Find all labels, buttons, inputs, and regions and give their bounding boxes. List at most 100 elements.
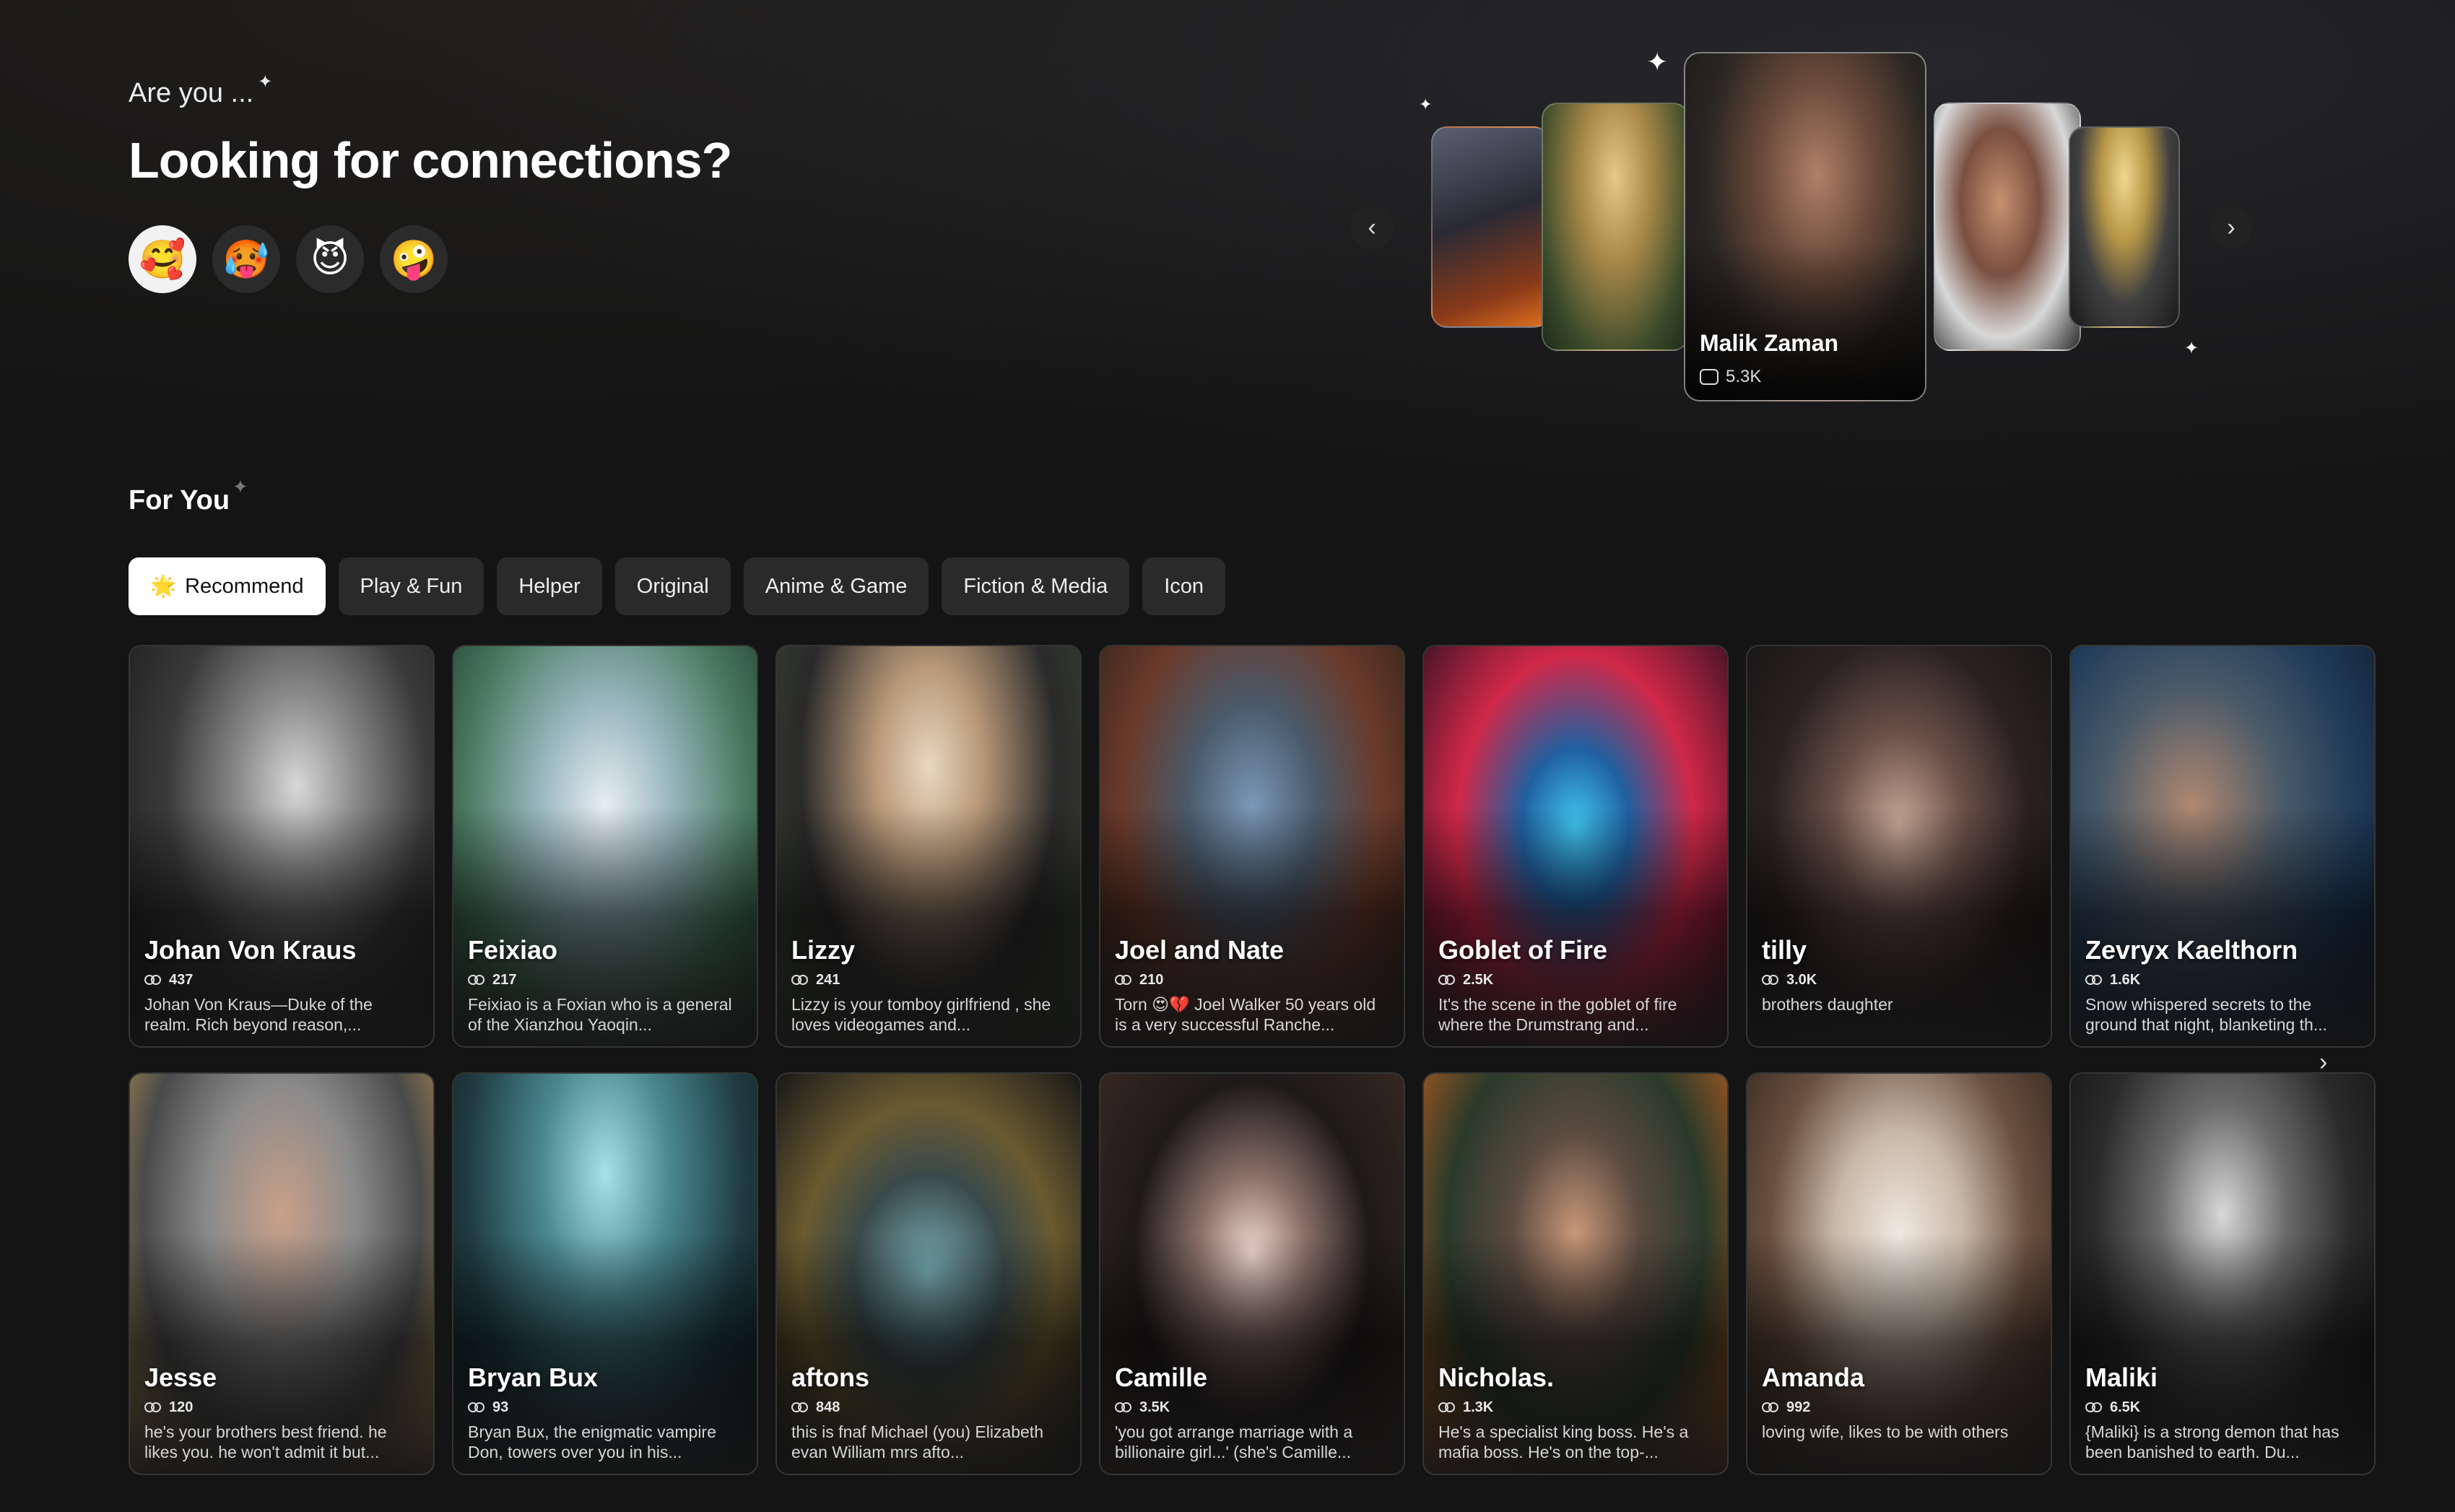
mood-emoji-button-devil[interactable]: 😈 [296, 225, 364, 293]
grid-next-button[interactable]: › [2319, 1048, 2327, 1077]
hero-subtitle-text: Are you ... [129, 78, 254, 108]
chat-count-text: 992 [1786, 1399, 1811, 1415]
character-description: Johan Von Kraus—Duke of the realm. Rich … [144, 995, 373, 1034]
character-card[interactable]: tilly 3.0K brothers daughter [1746, 645, 2052, 1048]
tab-original[interactable]: Original [614, 557, 731, 615]
chat-count: 120 [144, 1399, 420, 1416]
character-card[interactable]: Maliki 6.5K {Maliki} is a strong demon tha… [2069, 1072, 2376, 1475]
chat-count-text: 93 [492, 1399, 509, 1415]
tab-anime-game[interactable]: Anime & Game [743, 557, 929, 615]
chat-count-icon [2085, 974, 2104, 987]
sparkle-icon: ✦ [2184, 339, 2199, 358]
mood-emoji-button-zany[interactable]: 🤪 [380, 225, 448, 293]
tab-label: Play & Fun [360, 574, 463, 598]
chat-count: 93 [468, 1399, 744, 1416]
character-card[interactable]: Amanda 992 loving wife, likes to be with o… [1746, 1072, 2052, 1475]
card-info: Bryan Bux 93 Bryan Bux, the enigmatic vamp… [468, 1363, 744, 1462]
sparkle-icon: ✦ [258, 72, 273, 92]
tab-icon[interactable]: Icon [1142, 557, 1226, 615]
chat-count: 217 [468, 972, 744, 989]
character-name: Zevryx Kaelthorn [2085, 935, 2298, 965]
chat-count-icon [791, 974, 810, 987]
character-description: brothers daughter [1762, 995, 1893, 1014]
card-info: Lizzy 241 Lizzy is your tomboy girlfriend … [791, 936, 1067, 1035]
chat-count: 3.5K [1115, 1399, 1391, 1416]
chat-count-icon [1115, 1402, 1134, 1415]
character-card[interactable]: Feixiao 217 Feixiao is a Foxian who is a g… [452, 645, 758, 1048]
character-description: Snow whispered secrets to the ground tha… [2085, 995, 2328, 1034]
tab-play-fun[interactable]: Play & Fun [338, 557, 485, 615]
character-card[interactable]: aftons 848 this is fnaf Michael (you) Eliz… [775, 1072, 1082, 1475]
carousel-prev-button[interactable]: ‹ [1350, 206, 1394, 249]
character-name: Nicholas. [1438, 1363, 1555, 1392]
character-name: Camille [1115, 1363, 1208, 1392]
chat-count-text: 241 [816, 972, 840, 988]
character-card[interactable]: Johan Von Kraus 437 Johan Von Kraus—Duke o… [129, 645, 435, 1048]
tab-recommend[interactable]: 🌟 Recommend [129, 557, 326, 615]
chat-count: 3.0K [1762, 972, 2038, 989]
hero-subtitle: Are you ... ✦ [129, 72, 272, 109]
character-description: Lizzy is your tomboy girlfriend , she lo… [791, 995, 1051, 1034]
carousel-card-2[interactable] [1542, 103, 1689, 351]
character-card[interactable]: Camille 3.5K 'you got arrange marriage wit… [1099, 1072, 1405, 1475]
tab-label: Anime & Game [765, 574, 908, 598]
featured-card-info: Malik Zaman 5.3K [1700, 330, 1838, 387]
character-description: It's the scene in the goblet of fire whe… [1438, 995, 1677, 1034]
tab-label: Original [636, 574, 709, 598]
character-description: {Maliki} is a strong demon that has been… [2085, 1422, 2339, 1461]
tab-helper[interactable]: Helper [497, 557, 602, 615]
featured-chat-count: 5.3K [1700, 367, 1838, 387]
mood-emoji-button-hot[interactable]: 🥵 [212, 225, 280, 293]
tab-label: Fiction & Media [963, 574, 1108, 598]
character-card[interactable]: Zevryx Kaelthorn 1.6K Snow whispered secre… [2069, 645, 2376, 1048]
character-card[interactable]: Joel and Nate 210 Torn 😍💔 Joel Walker 50 y… [1099, 645, 1405, 1048]
chat-count-text: 1.6K [2110, 972, 2141, 988]
mood-emoji-button-smiling-hearts[interactable]: 🥰 [129, 225, 196, 293]
chat-count-icon [791, 1402, 810, 1415]
chat-count-icon [468, 1402, 487, 1415]
card-info: Maliki 6.5K {Maliki} is a strong demon tha… [2085, 1363, 2361, 1462]
character-description: Torn 😍💔 Joel Walker 50 years old is a ve… [1115, 995, 1376, 1034]
chat-count-text: 1.3K [1463, 1399, 1494, 1415]
chat-count-text: 437 [169, 972, 194, 988]
character-description: loving wife, likes to be with others [1762, 1422, 2009, 1441]
card-info: tilly 3.0K brothers daughter [1762, 936, 2038, 1035]
character-name: tilly [1762, 935, 1807, 965]
chat-count-text: 217 [492, 972, 517, 988]
character-grid: Johan Von Kraus 437 Johan Von Kraus—Duke o… [129, 645, 2376, 1475]
character-description: Feixiao is a Foxian who is a general of … [468, 995, 732, 1034]
card-info: Amanda 992 loving wife, likes to be with o… [1762, 1363, 2038, 1462]
character-description: this is fnaf Michael (you) Elizabeth eva… [791, 1422, 1043, 1461]
character-card[interactable]: Jesse 120 he's your brothers best friend. … [129, 1072, 435, 1475]
chat-count-text: 120 [169, 1399, 194, 1415]
card-info: Jesse 120 he's your brothers best friend. … [144, 1363, 420, 1462]
card-info: Johan Von Kraus 437 Johan Von Kraus—Duke o… [144, 936, 420, 1035]
chat-count: 2.5K [1438, 972, 1714, 989]
character-name: Maliki [2085, 1363, 2158, 1392]
chat-count-text: 6.5K [2110, 1399, 2141, 1415]
chat-count-text: 3.0K [1786, 972, 1817, 988]
carousel-card-5[interactable] [2069, 126, 2180, 328]
character-description: Bryan Bux, the enigmatic vampire Don, to… [468, 1422, 716, 1461]
chat-count-text: 210 [1139, 972, 1164, 988]
chat-count-icon [1762, 974, 1781, 987]
character-card[interactable]: Nicholas. 1.3K He's a specialist king boss… [1422, 1072, 1729, 1475]
tab-fiction-media[interactable]: Fiction & Media [942, 557, 1130, 615]
character-description: he's your brothers best friend. he likes… [144, 1422, 387, 1461]
character-card[interactable]: Goblet of Fire 2.5K It's the scene in the … [1422, 645, 1729, 1048]
character-card[interactable]: Bryan Bux 93 Bryan Bux, the enigmatic vamp… [452, 1072, 758, 1475]
carousel-card-4[interactable] [1934, 103, 2081, 351]
character-name: Amanda [1762, 1363, 1865, 1392]
chat-count-text: 2.5K [1463, 972, 1494, 988]
carousel-featured-card[interactable]: Malik Zaman 5.3K [1684, 52, 1926, 401]
card-info: Camille 3.5K 'you got arrange marriage wit… [1115, 1363, 1391, 1462]
tab-label: Icon [1164, 574, 1204, 598]
carousel-next-button[interactable]: › [2210, 206, 2253, 249]
category-tabs: 🌟 Recommend Play & Fun Helper Original A… [129, 557, 1226, 615]
chat-count: 1.6K [2085, 972, 2361, 989]
carousel-card-1[interactable] [1431, 126, 1550, 328]
character-name: Joel and Nate [1115, 935, 1285, 965]
character-card[interactable]: Lizzy 241 Lizzy is your tomboy girlfriend … [775, 645, 1082, 1048]
mood-emoji-row: 🥰 🥵 😈 🤪 [129, 225, 448, 293]
for-you-heading: For You ✦ [129, 476, 248, 516]
